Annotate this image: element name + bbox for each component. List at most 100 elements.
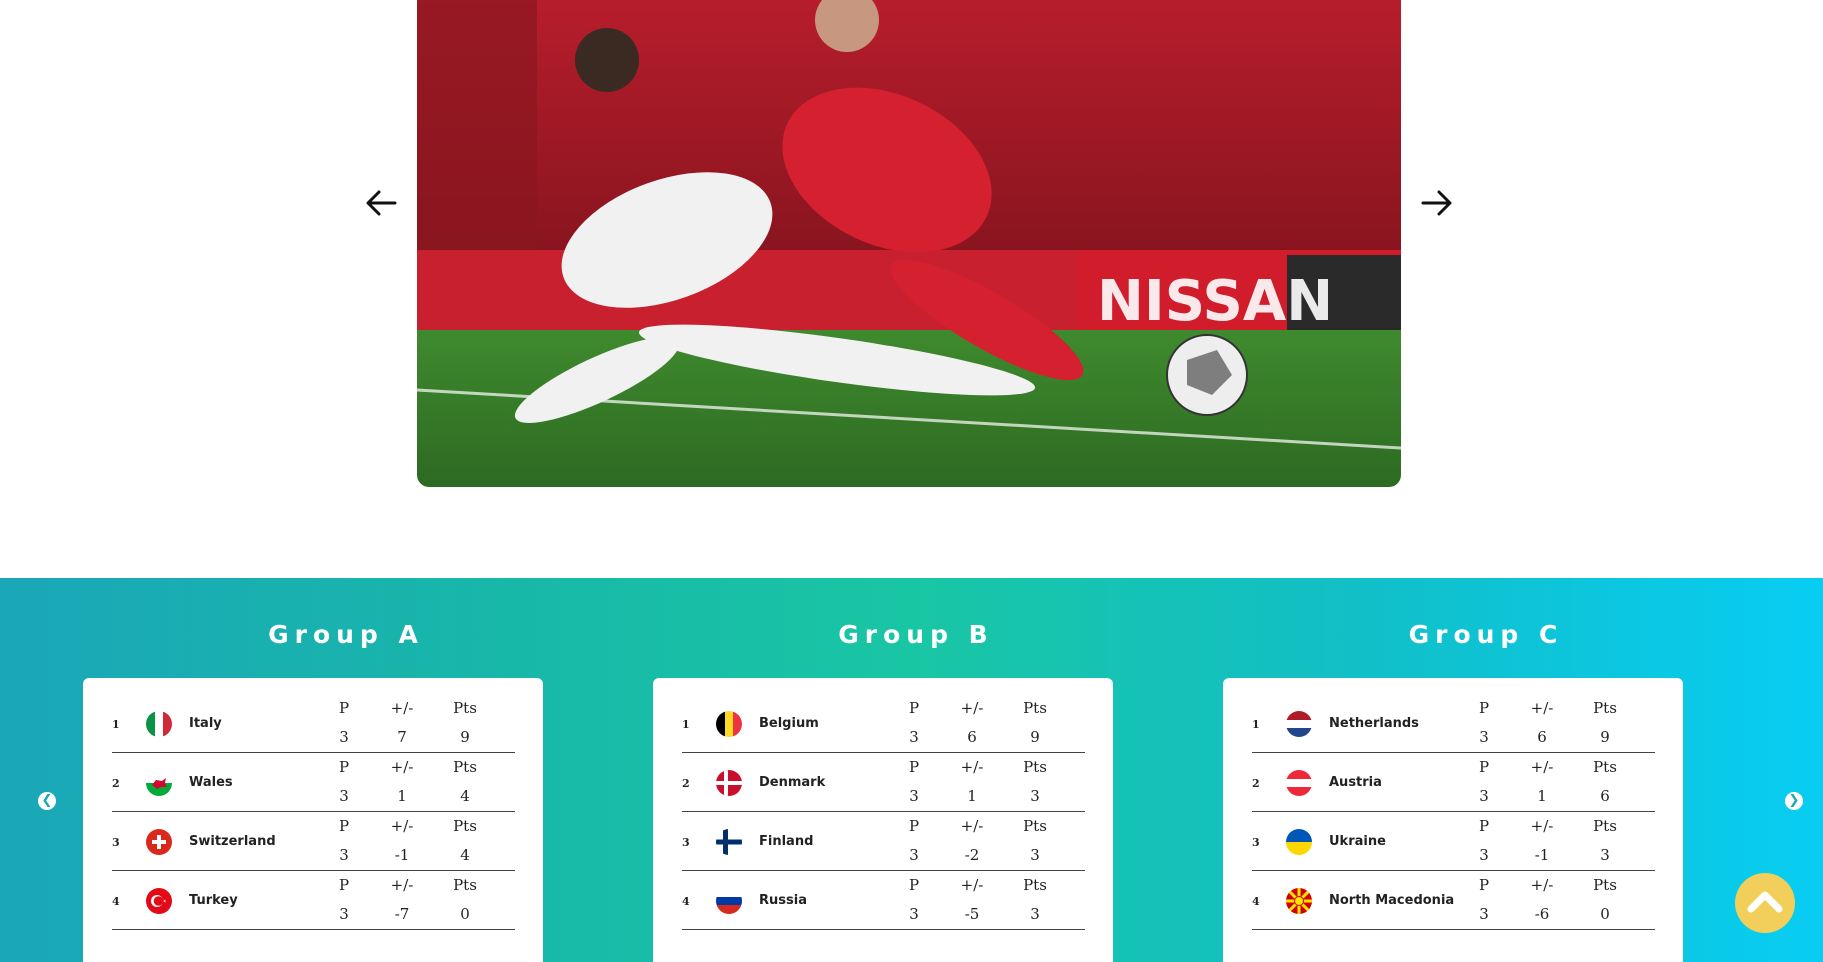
played-value: 3 xyxy=(909,728,919,746)
points-value: 3 xyxy=(1600,846,1610,864)
points-value: 3 xyxy=(1030,846,1040,864)
goal-diff-header: +/- xyxy=(390,758,414,776)
table-row[interactable]: 1 Belgium P +/- Pts 3 6 9 xyxy=(682,693,1085,753)
points-value: 0 xyxy=(460,905,470,923)
table-row[interactable]: 4 North Macedonia P +/- Pts 3 -6 0 xyxy=(1252,870,1655,930)
points-header: Pts xyxy=(1023,817,1047,835)
goal-diff-header: +/- xyxy=(1530,817,1554,835)
team-rank: 2 xyxy=(112,777,120,790)
goal-diff-value: 1 xyxy=(967,787,977,805)
points-value: 3 xyxy=(1030,905,1040,923)
table-row[interactable]: 4 Turkey P +/- Pts 3 -7 0 xyxy=(112,870,515,930)
group-title: Group C xyxy=(1408,620,1564,649)
goal-diff-header: +/- xyxy=(390,699,414,717)
belgium-flag-icon xyxy=(716,711,742,737)
austria-flag-icon xyxy=(1286,770,1312,796)
goal-diff-value: 1 xyxy=(397,787,407,805)
played-header: P xyxy=(1478,758,1490,776)
points-header: Pts xyxy=(1023,758,1047,776)
points-value: 6 xyxy=(1600,787,1610,805)
points-header: Pts xyxy=(1593,699,1617,717)
team-rank: 4 xyxy=(112,895,120,908)
goal-diff-value: 1 xyxy=(1537,787,1547,805)
goal-diff-value: -7 xyxy=(394,905,410,923)
played-header: P xyxy=(1478,876,1490,894)
points-value: 9 xyxy=(460,728,470,746)
chevron-left-icon: ❮ xyxy=(41,793,53,808)
points-header: Pts xyxy=(453,699,477,717)
goal-diff-value: -6 xyxy=(1534,905,1550,923)
table-row[interactable]: 3 Ukraine P +/- Pts 3 -1 3 xyxy=(1252,811,1655,871)
points-header: Pts xyxy=(1593,817,1617,835)
points-value: 9 xyxy=(1030,728,1040,746)
table-row[interactable]: 4 Russia P +/- Pts 3 -5 3 xyxy=(682,870,1085,930)
group-title: Group A xyxy=(268,620,424,649)
played-header: P xyxy=(338,876,350,894)
goal-diff-header: +/- xyxy=(1530,758,1554,776)
team-name: Netherlands xyxy=(1329,716,1419,731)
points-header: Pts xyxy=(453,876,477,894)
finland-flag-icon xyxy=(716,829,742,855)
team-rank: 3 xyxy=(682,836,690,849)
table-row[interactable]: 1 Netherlands P +/- Pts 3 6 9 xyxy=(1252,693,1655,753)
goal-diff-header: +/- xyxy=(960,817,984,835)
group-card: 1 Italy P +/- Pts 3 7 9 2 Wales P +/- Pt… xyxy=(83,678,543,962)
team-rank: 2 xyxy=(1252,777,1260,790)
points-value: 3 xyxy=(1030,787,1040,805)
goal-diff-header: +/- xyxy=(1530,699,1554,717)
goal-diff-header: +/- xyxy=(390,876,414,894)
carousel-prev-button[interactable]: ❮ xyxy=(38,792,56,810)
goal-diff-value: -2 xyxy=(964,846,980,864)
played-header: P xyxy=(908,817,920,835)
team-rank: 4 xyxy=(1252,895,1260,908)
played-header: P xyxy=(908,876,920,894)
played-value: 3 xyxy=(339,905,349,923)
arrow-right-icon xyxy=(1421,190,1452,216)
team-rank: 1 xyxy=(112,718,120,731)
arrow-left-icon xyxy=(366,190,397,216)
table-row[interactable]: 2 Denmark P +/- Pts 3 1 3 xyxy=(682,752,1085,812)
points-header: Pts xyxy=(453,758,477,776)
table-row[interactable]: 3 Finland P +/- Pts 3 -2 3 xyxy=(682,811,1085,871)
team-rank: 4 xyxy=(682,895,690,908)
chevron-right-icon: ❯ xyxy=(1788,793,1800,808)
table-row[interactable]: 1 Italy P +/- Pts 3 7 9 xyxy=(112,693,515,753)
slider-next-button[interactable] xyxy=(1420,188,1454,218)
team-name: North Macedonia xyxy=(1329,893,1455,908)
team-rank: 1 xyxy=(1252,718,1260,731)
team-rank: 3 xyxy=(1252,836,1260,849)
italy-flag-icon xyxy=(146,711,172,737)
points-header: Pts xyxy=(1593,876,1617,894)
goal-diff-header: +/- xyxy=(1530,876,1554,894)
switzerland-flag-icon xyxy=(146,829,172,855)
netherlands-flag-icon xyxy=(1286,711,1312,737)
team-rank: 1 xyxy=(682,718,690,731)
played-header: P xyxy=(1478,699,1490,717)
table-row[interactable]: 3 Switzerland P +/- Pts 3 -1 4 xyxy=(112,811,515,871)
points-value: 0 xyxy=(1600,905,1610,923)
points-header: Pts xyxy=(1023,876,1047,894)
played-value: 3 xyxy=(1479,846,1489,864)
team-rank: 2 xyxy=(682,777,690,790)
table-row[interactable]: 2 Wales P +/- Pts 3 1 4 xyxy=(112,752,515,812)
team-rank: 3 xyxy=(112,836,120,849)
carousel-next-button[interactable]: ❯ xyxy=(1785,792,1803,810)
scroll-top-button[interactable] xyxy=(1735,873,1795,933)
played-value: 3 xyxy=(339,787,349,805)
table-row[interactable]: 2 Austria P +/- Pts 3 1 6 xyxy=(1252,752,1655,812)
points-header: Pts xyxy=(1593,758,1617,776)
points-header: Pts xyxy=(1023,699,1047,717)
russia-flag-icon xyxy=(716,888,742,914)
points-value: 9 xyxy=(1600,728,1610,746)
north-macedonia-flag-icon xyxy=(1286,888,1312,914)
team-name: Wales xyxy=(189,775,233,790)
goal-diff-value: 6 xyxy=(967,728,977,746)
played-value: 3 xyxy=(1479,905,1489,923)
goal-diff-value: -5 xyxy=(964,905,980,923)
slider-prev-button[interactable] xyxy=(364,188,398,218)
group-title: Group B xyxy=(838,620,994,649)
svg-text:NISSAN: NISSAN xyxy=(1097,269,1333,334)
team-name: Belgium xyxy=(759,716,819,731)
goal-diff-value: -1 xyxy=(394,846,410,864)
team-name: Austria xyxy=(1329,775,1382,790)
